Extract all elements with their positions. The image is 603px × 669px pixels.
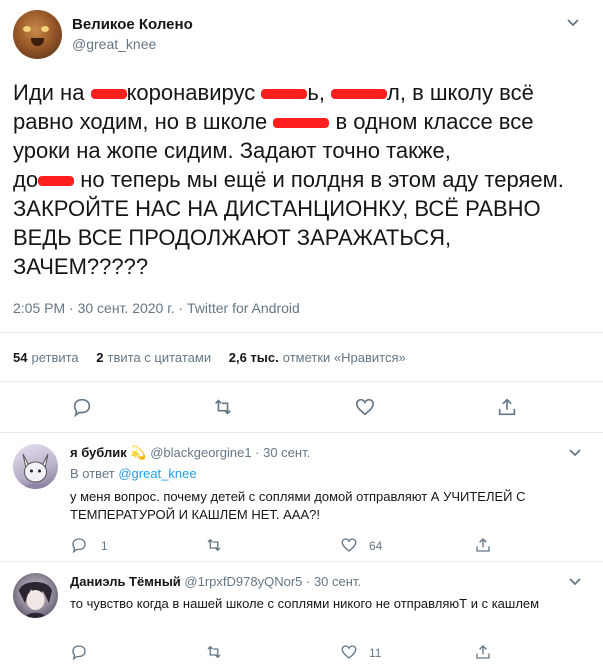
author-name[interactable]: Великое Колено	[72, 16, 193, 33]
reply-to-handle-link[interactable]: @great_knee	[118, 466, 196, 481]
reply-to-label: В ответ	[70, 466, 115, 481]
divider	[0, 561, 603, 562]
divider	[0, 332, 603, 333]
retweet-icon[interactable]	[212, 396, 234, 418]
tweet-text-part: до	[13, 167, 39, 192]
redaction-mark	[331, 89, 388, 100]
reply-author-handle[interactable]: @blackgeorgine1 · 30 сент.	[150, 445, 310, 460]
retweets-count: 54	[13, 350, 28, 365]
reply-to-line: В ответ @great_knee	[70, 466, 197, 481]
reply-count: 1	[101, 539, 108, 553]
retweet-icon[interactable]	[205, 536, 223, 554]
redaction-mark	[90, 89, 127, 100]
heart-icon[interactable]	[354, 396, 376, 418]
tweet-text-part: но теперь мы ещё и полдня в этом аду тер…	[74, 167, 564, 192]
reply-actions: 11	[70, 643, 590, 661]
retweets-stat[interactable]: 54 ретвита	[13, 350, 79, 365]
likes-stat[interactable]: 2,6 тыс. отметки «Нравится»	[229, 350, 406, 365]
author-avatar[interactable]	[13, 10, 62, 59]
tweet-actions	[0, 396, 603, 420]
tweet-text-part: Иди на	[13, 80, 91, 105]
reply-actions: 1 64	[70, 536, 590, 554]
sparkle-emoji: 💫	[130, 445, 147, 460]
redaction-mark	[261, 89, 308, 100]
reply-author-name[interactable]: Даниэль Тёмный	[70, 574, 181, 589]
reply-author-name[interactable]: я бублик	[70, 445, 127, 460]
comment-icon[interactable]	[70, 643, 88, 661]
reply-author: я бублик 💫 @blackgeorgine1 · 30 сент.	[70, 445, 310, 461]
tweet-stats: 54 ретвита 2 твита с цитатами 2,6 тыс. отме…	[13, 350, 420, 365]
chevron-down-icon[interactable]	[567, 444, 583, 460]
tweet-timestamp[interactable]: 2:05 PM · 30 сент. 2020 г. · Twitter for…	[13, 300, 300, 316]
tweet-text: Иди на коронавирус ь, л, в школу всё рав…	[13, 78, 591, 281]
comment-icon[interactable]	[71, 396, 93, 418]
like-count: 64	[369, 539, 383, 553]
redaction-mark	[38, 176, 75, 187]
like-count: 11	[369, 646, 382, 660]
quotes-stat[interactable]: 2 твита с цитатами	[96, 350, 211, 365]
share-icon[interactable]	[474, 643, 492, 661]
likes-count: 2,6 тыс.	[228, 350, 279, 365]
divider	[0, 381, 603, 382]
tweet-text-part: ь,	[307, 80, 332, 105]
redaction-mark	[273, 118, 330, 129]
likes-label: отметки «Нравится»	[282, 350, 406, 365]
comment-icon[interactable]	[70, 536, 88, 554]
retweet-icon[interactable]	[205, 643, 223, 661]
quotes-label: твита с цитатами	[107, 350, 212, 365]
chevron-down-icon[interactable]	[567, 573, 583, 589]
tweet-text-part: коронавирус	[126, 80, 262, 105]
reply-text: то чувство когда в нашей школе с соплями…	[70, 596, 540, 611]
reply-author-handle[interactable]: @1rpxfD978yQNor5 · 30 сент.	[184, 574, 361, 589]
avatar-illustration	[19, 582, 52, 618]
author-handle[interactable]: @great_knee	[72, 36, 156, 52]
retweets-label: ретвита	[31, 350, 79, 365]
quotes-count: 2	[96, 350, 104, 365]
chevron-down-icon[interactable]	[565, 14, 581, 30]
reply-avatar[interactable]	[13, 444, 58, 489]
reply-avatar[interactable]	[13, 573, 58, 618]
share-icon[interactable]	[474, 536, 492, 554]
avatar-illustration	[22, 453, 49, 489]
share-icon[interactable]	[496, 396, 518, 418]
divider	[0, 432, 603, 433]
reply-author: Даниэль Тёмный @1rpxfD978yQNor5 · 30 сен…	[70, 574, 361, 589]
heart-icon[interactable]	[340, 643, 358, 661]
heart-icon[interactable]	[340, 536, 358, 554]
reply-text: у меня вопрос. почему детей с соплями до…	[70, 489, 526, 522]
tweet-caps-text: ЗАКРОЙТЕ НАС НА ДИСТАНЦИОНКУ, ВСЁ РАВНО …	[13, 196, 541, 279]
